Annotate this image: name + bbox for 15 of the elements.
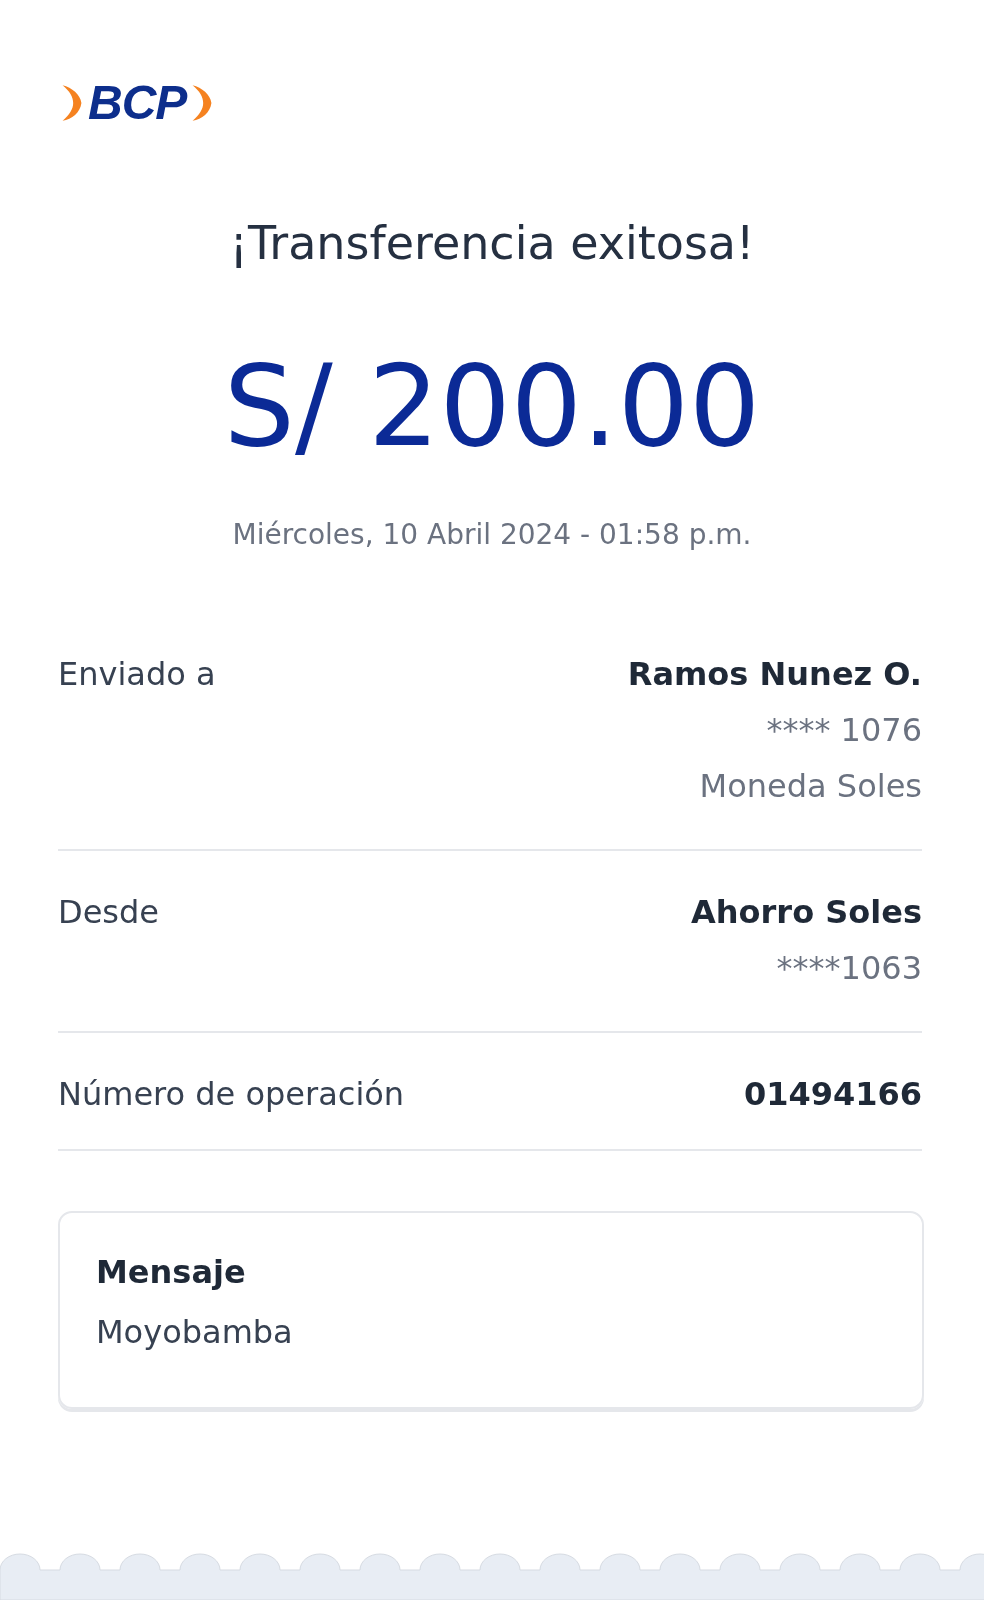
detail-label: Desde [58, 893, 159, 934]
message-text: Moyobamba [96, 1313, 294, 1352]
detail-value: 01494166 [743, 1075, 922, 1114]
detail-label: Número de operación [58, 1075, 405, 1114]
amount: S/ 200.00 [222, 345, 762, 469]
success-title: ¡Transferencia exitosa! [228, 216, 756, 272]
detail-label: Enviado a [58, 655, 216, 696]
bank-logo: BCP [88, 79, 187, 127]
detail-value: Ahorro Soles [691, 893, 922, 932]
detail-subvalue: ****1063 [776, 949, 922, 988]
detail-subvalue: Moneda Soles [699, 767, 922, 806]
message-label: Mensaje [96, 1253, 247, 1292]
detail-value: Ramos Nunez O. [627, 655, 922, 694]
detail-subvalue: **** 1076 [766, 711, 922, 750]
date-time: Miércoles, 10 Abril 2024 - 01:58 p.m. [231, 518, 753, 552]
